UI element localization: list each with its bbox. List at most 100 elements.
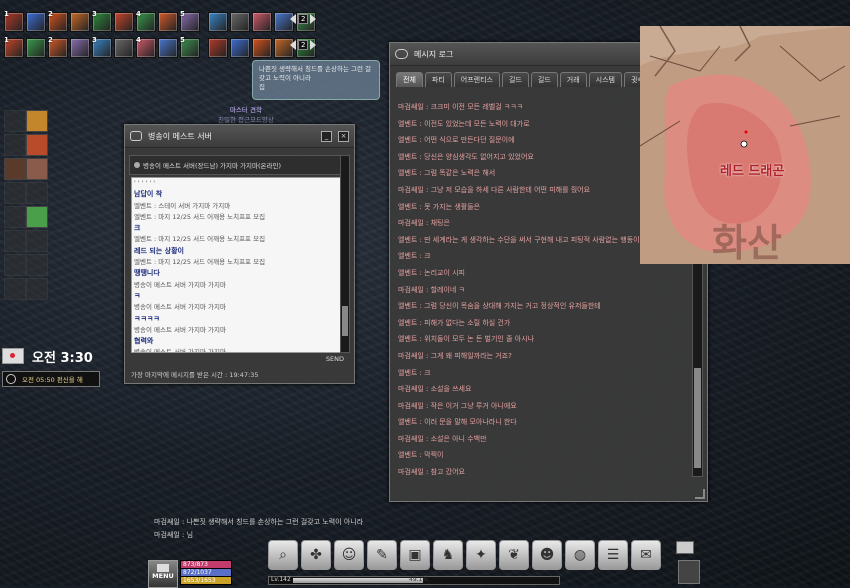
quick-slot[interactable] <box>26 110 48 132</box>
quick-slot[interactable] <box>26 254 48 276</box>
skill-slot[interactable]: 1 <box>4 10 24 32</box>
previous-page-icon[interactable] <box>290 40 296 50</box>
skill-slot[interactable] <box>230 38 250 58</box>
skill-slot[interactable]: 3 <box>92 36 112 58</box>
skill-slot[interactable]: 5 <box>180 10 200 32</box>
skill-slot[interactable] <box>208 38 228 58</box>
chat-line: 엘벤트 : 위치들이 모두 논 돈 벌기인 줄 아시나 <box>398 335 535 344</box>
skill-slot[interactable] <box>230 12 250 32</box>
skill-slot[interactable]: 4 <box>136 36 156 58</box>
magnifier-button[interactable]: ⌕ <box>268 540 298 570</box>
skill-slot[interactable]: 4 <box>136 10 156 32</box>
memo-line: 엘벤트 : 마지 12/25 서드 어깨용 노치프포 모집 <box>134 212 266 221</box>
menu-button[interactable]: MENU <box>148 560 178 588</box>
skill-slot[interactable] <box>208 12 228 32</box>
quick-slot[interactable] <box>26 134 48 156</box>
npc-subtitle: 친밀한 접근모드양상 <box>218 116 274 124</box>
skill-slot[interactable] <box>70 38 90 58</box>
close-button[interactable]: × <box>338 130 349 142</box>
chat-line: 마검쌔일 : 그게 왜 피해일까라는 거죠? <box>398 351 512 360</box>
clock-widget[interactable]: 오전 3:30 <box>2 344 98 368</box>
chat-bubble-icon <box>395 49 408 59</box>
character-button[interactable]: ☺ <box>334 540 364 570</box>
skill-bar-pager-2: 2 <box>290 40 317 50</box>
skill-slot[interactable]: 1 <box>4 36 24 58</box>
skill-button[interactable]: ✦ <box>466 540 496 570</box>
skill-slot[interactable] <box>114 12 134 32</box>
chat-title: 메시지 로그 <box>414 49 454 59</box>
skill-slot[interactable] <box>158 12 178 32</box>
skill-slot[interactable]: 2 <box>48 36 68 58</box>
quick-slots <box>4 110 50 300</box>
character-icon: ☺ <box>341 547 357 563</box>
memo-paper[interactable]: ' ' ' ' ' ' 남답이 착 엘벤트 : 스테이 서버 가지마 가지마 엘벤트 … <box>131 177 347 353</box>
minimap[interactable]: 레드 드래곤 화산 <box>640 26 850 264</box>
chat-resize-handle[interactable] <box>695 489 705 499</box>
quick-slot[interactable] <box>4 278 26 300</box>
next-page-icon[interactable] <box>310 40 317 50</box>
send-button[interactable]: SEND <box>326 355 344 363</box>
quick-slot[interactable] <box>4 134 26 156</box>
skill-slot[interactable] <box>26 38 46 58</box>
skill-slot[interactable] <box>252 38 272 58</box>
quick-slot[interactable] <box>4 182 26 204</box>
chat-tab[interactable]: 전체 <box>396 72 423 87</box>
memo-titlebar[interactable]: 병송이 메스트 서버 _ × <box>125 125 354 148</box>
quick-slot[interactable] <box>4 110 26 132</box>
memo-scroll-thumb[interactable] <box>342 306 348 336</box>
pet-button[interactable]: ♞ <box>433 540 463 570</box>
scroll-button[interactable]: ✎ <box>367 540 397 570</box>
chat-tab[interactable]: 길드 <box>501 72 529 87</box>
chat-tab[interactable]: 어프렌티스 <box>453 72 500 87</box>
next-page-icon[interactable] <box>310 14 317 24</box>
person-icon <box>134 162 140 168</box>
memo-icon <box>130 131 142 141</box>
skill-slot-number: 5 <box>180 36 185 44</box>
chat-scroll-thumb[interactable] <box>694 368 701 468</box>
npc-label[interactable]: 마스터 견학 친밀한 접근모드양상 <box>218 104 274 124</box>
bag-icon: ▣ <box>408 547 422 563</box>
memo-subject: 병송이 메스트 서버(장드남) 가지마 가지마(온라인) <box>143 162 282 170</box>
skill-slot-number: 4 <box>136 36 141 44</box>
tooltip-text-1: 나쁜짓 생략해서 칭드를 손상하는 그런 걸갖고 노력이 아니라 <box>259 65 371 82</box>
party-button[interactable]: ☻ <box>532 540 562 570</box>
chat-tab[interactable]: 파티 <box>424 72 452 87</box>
quick-slot[interactable] <box>4 158 26 180</box>
alarm-bar[interactable]: 오전 05:50 펀신을 해 <box>2 371 100 387</box>
sun-icon <box>2 348 24 364</box>
skill-slot-number: 2 <box>48 10 53 18</box>
skill-slot[interactable] <box>158 38 178 58</box>
globe-button[interactable]: ◍ <box>565 540 595 570</box>
quick-slot[interactable] <box>4 230 26 252</box>
skill-slot[interactable] <box>70 12 90 32</box>
chat-tab[interactable]: 길드 <box>530 72 558 87</box>
chat-tab[interactable]: 시스템 <box>588 72 622 87</box>
quest-icon: ☰ <box>606 547 620 563</box>
quick-slot[interactable] <box>26 182 48 204</box>
hotkey-bar: ⌕ ✤ ☺ ✎ ▣ ♞ ✦ ❦ ☻ ◍ ☰ ✉ <box>268 540 661 570</box>
quick-slot[interactable] <box>26 158 48 180</box>
chat-line: 엘벤트 : 피해가 없다는 소릴 하실 건가 <box>398 318 511 327</box>
plant-button[interactable]: ❦ <box>499 540 529 570</box>
clover-button[interactable]: ✤ <box>301 540 331 570</box>
skill-slot[interactable] <box>26 12 46 32</box>
quick-slot[interactable] <box>4 206 26 228</box>
shop-button[interactable]: ✉ <box>631 540 661 570</box>
quick-slot[interactable] <box>26 230 48 252</box>
skill-slot[interactable]: 3 <box>92 10 112 32</box>
quest-button[interactable]: ☰ <box>598 540 628 570</box>
chat-tab[interactable]: 거래 <box>559 72 587 87</box>
memo-scrollbar[interactable] <box>340 155 350 353</box>
corner-panel[interactable] <box>678 560 700 584</box>
quick-slot[interactable] <box>26 278 48 300</box>
minimize-button[interactable]: _ <box>321 130 332 142</box>
bag-button[interactable]: ▣ <box>400 540 430 570</box>
skill-slot[interactable]: 2 <box>48 10 68 32</box>
previous-page-icon[interactable] <box>290 14 296 24</box>
quick-slot[interactable] <box>26 206 48 228</box>
skill-slot[interactable] <box>114 38 134 58</box>
skill-slot[interactable]: 5 <box>180 36 200 58</box>
quick-slot[interactable] <box>4 254 26 276</box>
skill-slot[interactable] <box>252 12 272 32</box>
mail-icon[interactable] <box>676 541 694 554</box>
